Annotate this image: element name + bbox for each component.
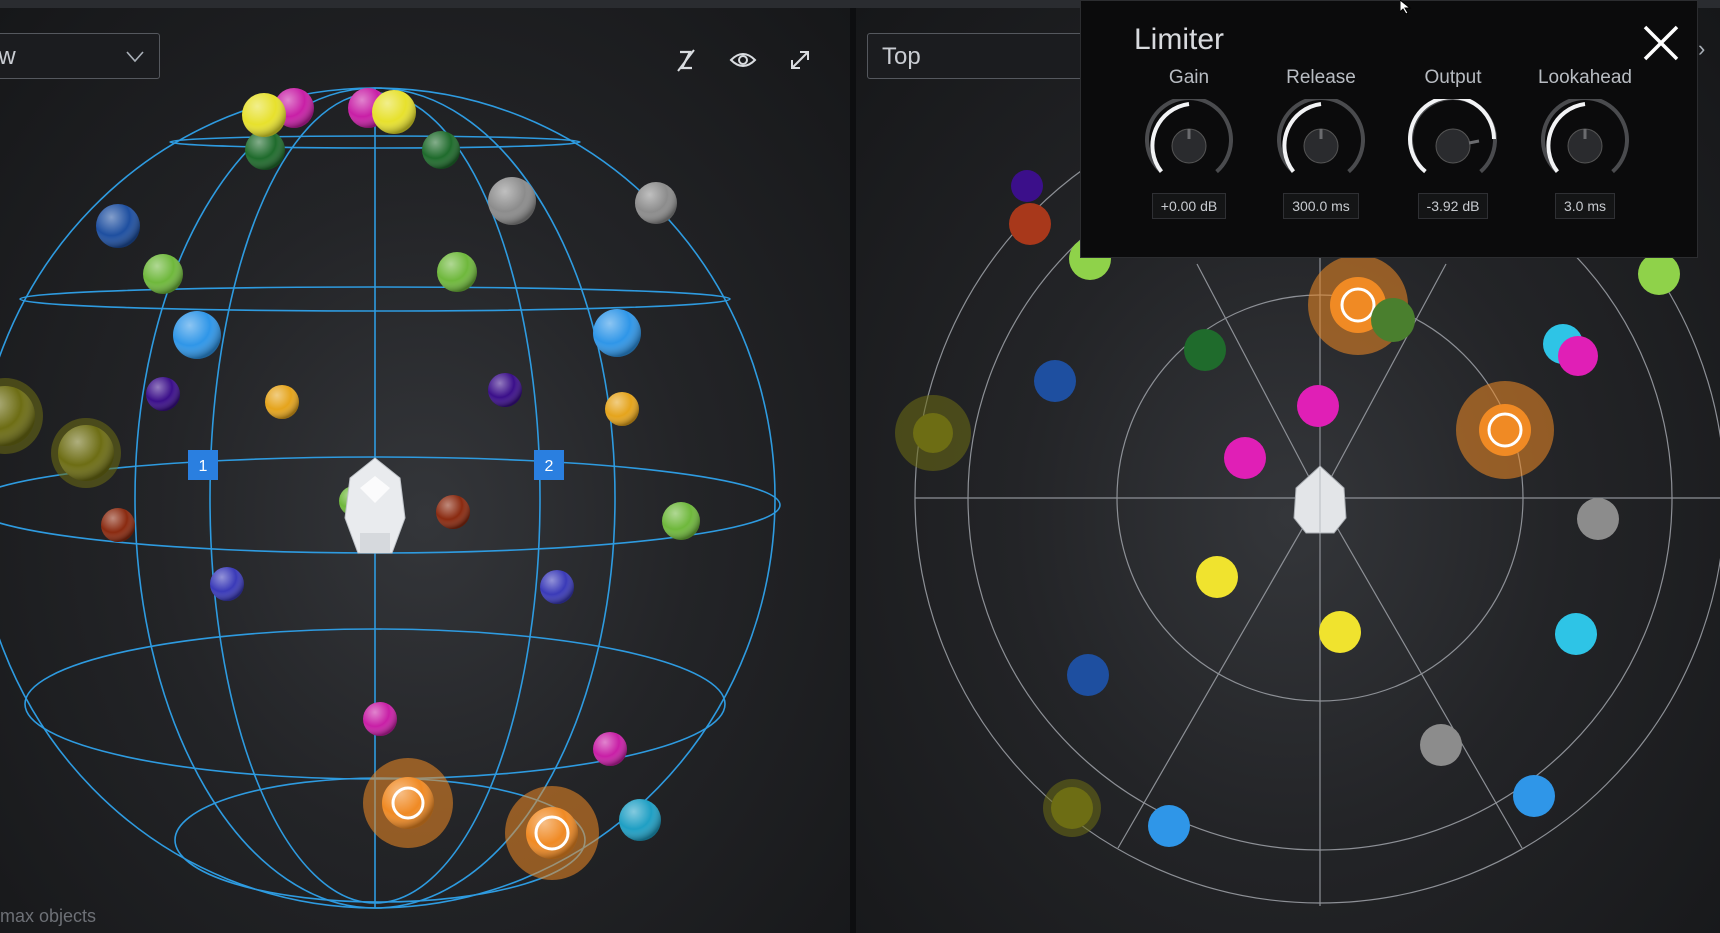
- object-orb[interactable]: [1034, 360, 1076, 402]
- release-label: Release: [1286, 67, 1356, 88]
- object-orb[interactable]: [1043, 779, 1101, 837]
- object-orb[interactable]: [662, 502, 700, 540]
- speaker-label-1: 1: [199, 458, 208, 475]
- object-orb[interactable]: [1319, 611, 1361, 653]
- gain-value[interactable]: +0.00 dB: [1151, 193, 1227, 219]
- top-view-dropdown-value: Top: [882, 43, 921, 70]
- output-control: Output -3.92 dB: [1393, 67, 1513, 219]
- top-view-dropdown[interactable]: Top: [867, 33, 1087, 79]
- object-orb[interactable]: [593, 309, 641, 357]
- object-orb[interactable]: [363, 758, 453, 848]
- max-objects-hint: max objects: [0, 906, 97, 926]
- expand-icon[interactable]: [786, 46, 814, 74]
- listener-head-icon: [344, 457, 406, 554]
- mouse-cursor-icon: [1400, 0, 1412, 14]
- top-view-orbs: [895, 170, 1680, 847]
- listener-head-top-icon: [1293, 465, 1347, 534]
- object-orb[interactable]: [51, 418, 121, 488]
- object-orb[interactable]: [1196, 556, 1238, 598]
- object-orb[interactable]: [1009, 203, 1051, 245]
- output-label: Output: [1424, 67, 1482, 88]
- object-orb[interactable]: [635, 182, 677, 224]
- object-orb[interactable]: [1224, 437, 1266, 479]
- object-orb[interactable]: [146, 377, 180, 411]
- object-orb[interactable]: [1067, 654, 1109, 696]
- object-orb[interactable]: [101, 508, 135, 542]
- object-orb[interactable]: [0, 378, 43, 454]
- gain-label: Gain: [1168, 67, 1210, 88]
- object-orb[interactable]: [1297, 385, 1339, 427]
- object-orb[interactable]: [895, 395, 971, 471]
- object-orb[interactable]: [1184, 329, 1226, 371]
- object-orb[interactable]: [173, 311, 221, 359]
- lookahead-value[interactable]: 3.0 ms: [1554, 193, 1615, 219]
- object-orb[interactable]: [210, 567, 244, 601]
- object-orb[interactable]: [605, 392, 639, 426]
- release-knob[interactable]: [1271, 99, 1371, 189]
- object-orb[interactable]: [488, 373, 522, 407]
- object-orb[interactable]: [96, 204, 140, 248]
- lookahead-control: Lookahead 3.0 ms: [1525, 67, 1645, 219]
- object-orb[interactable]: [422, 131, 460, 169]
- view-mode-value: ew: [0, 43, 16, 70]
- object-orb[interactable]: [143, 254, 183, 294]
- object-orb[interactable]: [1555, 613, 1597, 655]
- object-orb[interactable]: [505, 786, 599, 880]
- object-orb[interactable]: [619, 799, 661, 841]
- output-knob[interactable]: [1403, 99, 1503, 189]
- gain-control: Gain +0.00 dB: [1129, 67, 1249, 219]
- sphere-canvas[interactable]: 1 2: [0, 8, 850, 933]
- object-orb[interactable]: [1513, 775, 1555, 817]
- object-orb[interactable]: [540, 570, 574, 604]
- release-value[interactable]: 300.0 ms: [1283, 193, 1359, 219]
- speaker-label-2: 2: [545, 458, 554, 475]
- object-orb[interactable]: [242, 93, 286, 137]
- chevron-down-icon: [125, 34, 145, 81]
- object-orb[interactable]: [1148, 805, 1190, 847]
- limiter-panel: Limiter Gain +0.00 dB Release 300.0 ms O…: [1080, 0, 1698, 258]
- lookahead-label: Lookahead: [1537, 67, 1633, 88]
- object-orb[interactable]: [363, 702, 397, 736]
- object-orb[interactable]: [1456, 381, 1554, 479]
- eye-icon[interactable]: [729, 46, 757, 74]
- object-orb[interactable]: [593, 732, 627, 766]
- object-orb[interactable]: [1558, 336, 1598, 376]
- object-orb[interactable]: [1371, 298, 1415, 342]
- object-orb[interactable]: [265, 385, 299, 419]
- close-icon[interactable]: [1641, 23, 1681, 63]
- gain-knob[interactable]: [1139, 99, 1239, 189]
- object-orb[interactable]: [1011, 170, 1043, 202]
- object-orb[interactable]: [1577, 498, 1619, 540]
- object-orb[interactable]: [437, 252, 477, 292]
- limiter-title: Limiter: [1134, 23, 1225, 56]
- object-orb[interactable]: [1638, 253, 1680, 295]
- release-control: Release 300.0 ms: [1261, 67, 1381, 219]
- view-mode-dropdown[interactable]: ew: [0, 33, 160, 79]
- mute-visibility-icon[interactable]: [672, 46, 700, 74]
- object-orb[interactable]: [372, 90, 416, 134]
- chevron-right-icon[interactable]: ›: [1698, 36, 1705, 62]
- object-orb[interactable]: [436, 495, 470, 529]
- output-value[interactable]: -3.92 dB: [1417, 193, 1489, 219]
- 3d-view-panel[interactable]: 1 2 ew max objects: [0, 8, 850, 933]
- object-orb[interactable]: [488, 177, 536, 225]
- lookahead-knob[interactable]: [1535, 99, 1635, 189]
- object-orb[interactable]: [1420, 724, 1462, 766]
